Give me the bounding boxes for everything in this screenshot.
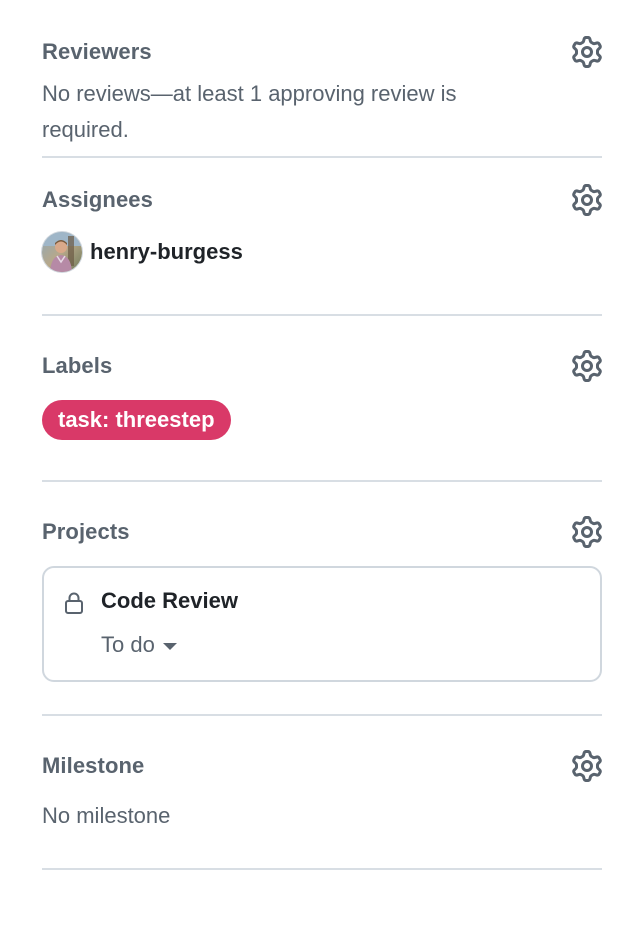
project-status-label: To do [101,632,155,657]
assignee-item[interactable]: henry-burgess [42,232,602,272]
projects-section: Projects Code Review To do [42,482,602,716]
projects-title: Projects [42,519,130,544]
gear-icon[interactable] [571,750,603,782]
reviewers-title: Reviewers [42,39,152,64]
milestone-status: No milestone [42,803,171,828]
pull-request-sidebar: Reviewers No reviews—at least 1 approvin… [42,0,602,870]
project-card-code-review: Code Review To do [42,566,602,682]
assignee-login[interactable]: henry-burgess [90,239,243,265]
reviewers-section: Reviewers No reviews—at least 1 approvin… [42,0,602,158]
gear-icon[interactable] [571,516,603,548]
triangle-down-icon [162,642,177,650]
gear-icon[interactable] [571,184,603,216]
reviewers-header: Reviewers [42,32,602,72]
lock-icon [64,592,84,619]
label-task-threestep[interactable]: task: threestep [42,400,231,440]
assignees-title: Assignees [42,187,153,212]
gear-icon[interactable] [571,36,603,68]
labels-header: Labels [42,346,602,386]
projects-header: Projects [42,512,602,552]
project-status-dropdown[interactable]: To do [101,632,177,658]
project-name[interactable]: Code Review [101,588,238,614]
avatar[interactable] [42,232,82,272]
reviewers-status: No reviews—at least 1 approving review i… [42,81,457,142]
gear-icon[interactable] [571,350,603,382]
assignees-header: Assignees [42,180,602,220]
assignees-section: Assignees henry-burgess [42,158,602,316]
labels-section: Labels task: threestep [42,316,602,482]
milestone-section: Milestone No milestone [42,716,602,870]
milestone-header: Milestone [42,746,602,786]
milestone-title: Milestone [42,753,145,778]
labels-title: Labels [42,353,113,378]
